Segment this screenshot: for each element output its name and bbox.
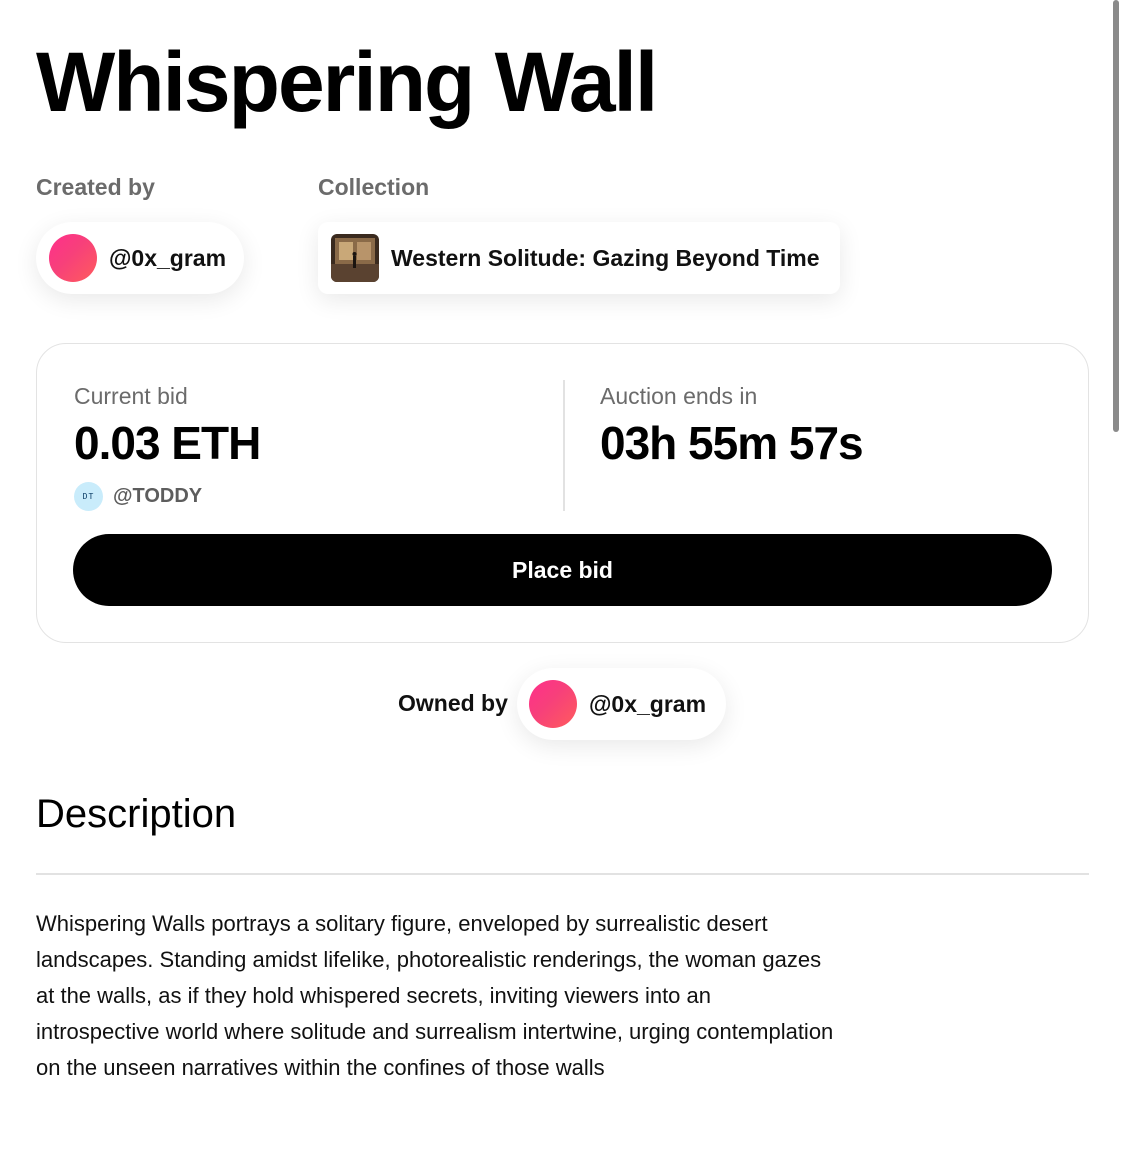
- scrollbar-thumb[interactable]: [1113, 0, 1119, 432]
- description-text: Whispering Walls portrays a solitary fig…: [36, 911, 834, 1080]
- owner-chip[interactable]: @0x_gram: [517, 668, 727, 740]
- collection-thumbnail-icon: [331, 234, 379, 282]
- owner-handle: @0x_gram: [589, 690, 707, 717]
- description-heading: Description: [36, 792, 237, 836]
- owner-avatar-icon: [529, 680, 577, 728]
- bidder-handle: @TODDY: [113, 485, 203, 507]
- top-bidder[interactable]: DT @TODDY: [74, 482, 202, 511]
- column-divider: [563, 380, 565, 511]
- scrollbar[interactable]: [1110, 0, 1124, 1158]
- collection-chip[interactable]: Western Solitude: Gazing Beyond Time: [318, 222, 840, 294]
- creator-avatar-icon: [49, 234, 97, 282]
- place-bid-button[interactable]: Place bid: [73, 534, 1052, 606]
- auction-ends-label: Auction ends in: [600, 383, 758, 409]
- owned-by-label: Owned by: [398, 690, 508, 716]
- bidder-avatar-icon: DT: [74, 482, 103, 511]
- nft-detail-page: Whispering Wall Created by Collection @0…: [0, 0, 1124, 1158]
- created-by-label: Created by: [36, 174, 155, 200]
- current-bid-label: Current bid: [74, 383, 188, 409]
- description-divider: [36, 873, 1089, 875]
- creator-chip[interactable]: @0x_gram: [36, 222, 245, 294]
- auction-countdown: 03h 55m 57s: [600, 417, 864, 469]
- collection-label: Collection: [318, 174, 430, 200]
- current-bid-value: 0.03 ETH: [74, 417, 261, 469]
- collection-name: Western Solitude: Gazing Beyond Time: [391, 244, 820, 271]
- creator-handle: @0x_gram: [109, 244, 227, 271]
- page-title: Whispering Wall: [36, 35, 658, 129]
- auction-card: Current bid 0.03 ETH DT @TODDY Auction e…: [36, 343, 1089, 643]
